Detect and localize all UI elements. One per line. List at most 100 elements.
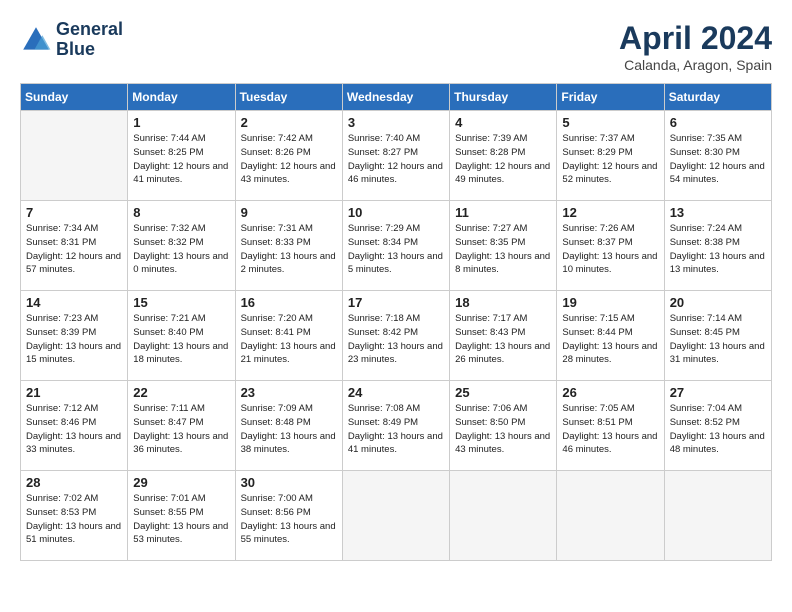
calendar-cell: 7 Sunrise: 7:34 AMSunset: 8:31 PMDaylight… — [21, 201, 128, 291]
day-detail: Sunrise: 7:26 AMSunset: 8:37 PMDaylight:… — [562, 222, 658, 277]
day-detail: Sunrise: 7:24 AMSunset: 8:38 PMDaylight:… — [670, 222, 766, 277]
calendar-cell: 23 Sunrise: 7:09 AMSunset: 8:48 PMDayligh… — [235, 381, 342, 471]
calendar-cell: 9 Sunrise: 7:31 AMSunset: 8:33 PMDaylight… — [235, 201, 342, 291]
location: Calanda, Aragon, Spain — [619, 57, 772, 73]
calendar-cell: 20Sunrise: 7:14 AMSunset: 8:45 PMDayligh… — [664, 291, 771, 381]
calendar-cell: 26 Sunrise: 7:05 AMSunset: 8:51 PMDayligh… — [557, 381, 664, 471]
day-detail: Sunrise: 7:08 AMSunset: 8:49 PMDaylight:… — [348, 402, 444, 457]
calendar-cell: 18 Sunrise: 7:17 AMSunset: 8:43 PMDayligh… — [450, 291, 557, 381]
calendar-cell — [21, 111, 128, 201]
calendar-cell: 4Sunrise: 7:39 AMSunset: 8:28 PMDaylight… — [450, 111, 557, 201]
day-number: 29 — [133, 475, 229, 490]
day-detail: Sunrise: 7:23 AMSunset: 8:39 PMDaylight:… — [26, 312, 122, 367]
day-detail: Sunrise: 7:34 AMSunset: 8:31 PMDaylight:… — [26, 222, 122, 277]
day-number: 2 — [241, 115, 337, 130]
calendar-cell: 6 Sunrise: 7:35 AMSunset: 8:30 PMDaylight… — [664, 111, 771, 201]
day-number: 23 — [241, 385, 337, 400]
calendar-cell: 28 Sunrise: 7:02 AMSunset: 8:53 PMDayligh… — [21, 471, 128, 561]
day-detail: Sunrise: 7:15 AMSunset: 8:44 PMDaylight:… — [562, 312, 658, 367]
day-number: 8 — [133, 205, 229, 220]
calendar-cell: 21 Sunrise: 7:12 AMSunset: 8:46 PMDayligh… — [21, 381, 128, 471]
calendar-table: SundayMondayTuesdayWednesdayThursdayFrid… — [20, 83, 772, 561]
page-header: General Blue April 2024 Calanda, Aragon,… — [20, 20, 772, 73]
calendar-cell — [342, 471, 449, 561]
calendar-cell: 27 Sunrise: 7:04 AMSunset: 8:52 PMDayligh… — [664, 381, 771, 471]
day-detail: Sunrise: 7:18 AMSunset: 8:42 PMDaylight:… — [348, 312, 444, 367]
day-number: 16 — [241, 295, 337, 310]
day-detail: Sunrise: 7:05 AMSunset: 8:51 PMDaylight:… — [562, 402, 658, 457]
day-number: 27 — [670, 385, 766, 400]
day-detail: Sunrise: 7:11 AMSunset: 8:47 PMDaylight:… — [133, 402, 229, 457]
day-number: 25 — [455, 385, 551, 400]
logo: General Blue — [20, 20, 123, 60]
day-detail: Sunrise: 7:12 AMSunset: 8:46 PMDaylight:… — [26, 402, 122, 457]
day-number: 24 — [348, 385, 444, 400]
calendar-cell: 12 Sunrise: 7:26 AMSunset: 8:37 PMDayligh… — [557, 201, 664, 291]
day-number: 18 — [455, 295, 551, 310]
calendar-cell — [450, 471, 557, 561]
day-number: 12 — [562, 205, 658, 220]
day-number: 30 — [241, 475, 337, 490]
day-number: 6 — [670, 115, 766, 130]
day-number: 26 — [562, 385, 658, 400]
calendar-cell: 29 Sunrise: 7:01 AMSunset: 8:55 PMDayligh… — [128, 471, 235, 561]
calendar-cell: 17 Sunrise: 7:18 AMSunset: 8:42 PMDayligh… — [342, 291, 449, 381]
day-detail: Sunrise: 7:31 AMSunset: 8:33 PMDaylight:… — [241, 222, 337, 277]
calendar-cell — [664, 471, 771, 561]
day-number: 10 — [348, 205, 444, 220]
weekday-header: Wednesday — [342, 84, 449, 111]
day-detail: Sunrise: 7:44 AMSunset: 8:25 PMDaylight:… — [133, 132, 229, 187]
day-detail: Sunrise: 7:02 AMSunset: 8:53 PMDaylight:… — [26, 492, 122, 547]
day-detail: Sunrise: 7:40 AMSunset: 8:27 PMDaylight:… — [348, 132, 444, 187]
day-detail: Sunrise: 7:35 AMSunset: 8:30 PMDaylight:… — [670, 132, 766, 187]
logo-icon — [20, 24, 52, 56]
day-detail: Sunrise: 7:32 AMSunset: 8:32 PMDaylight:… — [133, 222, 229, 277]
day-number: 28 — [26, 475, 122, 490]
day-number: 21 — [26, 385, 122, 400]
calendar-cell: 8 Sunrise: 7:32 AMSunset: 8:32 PMDaylight… — [128, 201, 235, 291]
weekday-header: Thursday — [450, 84, 557, 111]
day-detail: Sunrise: 7:37 AMSunset: 8:29 PMDaylight:… — [562, 132, 658, 187]
day-number: 5 — [562, 115, 658, 130]
calendar-cell: 3 Sunrise: 7:40 AMSunset: 8:27 PMDaylight… — [342, 111, 449, 201]
day-detail: Sunrise: 7:00 AMSunset: 8:56 PMDaylight:… — [241, 492, 337, 547]
day-detail: Sunrise: 7:04 AMSunset: 8:52 PMDaylight:… — [670, 402, 766, 457]
day-number: 3 — [348, 115, 444, 130]
day-detail: Sunrise: 7:14 AMSunset: 8:45 PMDaylight:… — [670, 312, 766, 367]
logo-text: General Blue — [56, 20, 123, 60]
day-number: 19 — [562, 295, 658, 310]
calendar-cell: 11 Sunrise: 7:27 AMSunset: 8:35 PMDayligh… — [450, 201, 557, 291]
day-detail: Sunrise: 7:09 AMSunset: 8:48 PMDaylight:… — [241, 402, 337, 457]
day-number: 9 — [241, 205, 337, 220]
month-year: April 2024 — [619, 20, 772, 57]
day-number: 13 — [670, 205, 766, 220]
day-number: 15 — [133, 295, 229, 310]
day-detail: Sunrise: 7:01 AMSunset: 8:55 PMDaylight:… — [133, 492, 229, 547]
day-detail: Sunrise: 7:42 AMSunset: 8:26 PMDaylight:… — [241, 132, 337, 187]
calendar-cell: 13 Sunrise: 7:24 AMSunset: 8:38 PMDayligh… — [664, 201, 771, 291]
day-number: 1 — [133, 115, 229, 130]
calendar-cell — [557, 471, 664, 561]
day-number: 14 — [26, 295, 122, 310]
calendar-cell: 10 Sunrise: 7:29 AMSunset: 8:34 PMDayligh… — [342, 201, 449, 291]
day-detail: Sunrise: 7:20 AMSunset: 8:41 PMDaylight:… — [241, 312, 337, 367]
calendar-cell: 2 Sunrise: 7:42 AMSunset: 8:26 PMDaylight… — [235, 111, 342, 201]
day-detail: Sunrise: 7:39 AMSunset: 8:28 PMDaylight:… — [455, 132, 551, 187]
weekday-header: Friday — [557, 84, 664, 111]
calendar-cell: 14 Sunrise: 7:23 AMSunset: 8:39 PMDayligh… — [21, 291, 128, 381]
weekday-header: Sunday — [21, 84, 128, 111]
day-detail: Sunrise: 7:29 AMSunset: 8:34 PMDaylight:… — [348, 222, 444, 277]
day-number: 17 — [348, 295, 444, 310]
day-number: 7 — [26, 205, 122, 220]
weekday-header: Monday — [128, 84, 235, 111]
day-number: 11 — [455, 205, 551, 220]
calendar-cell: 5 Sunrise: 7:37 AMSunset: 8:29 PMDaylight… — [557, 111, 664, 201]
title-block: April 2024 Calanda, Aragon, Spain — [619, 20, 772, 73]
calendar-cell: 1 Sunrise: 7:44 AMSunset: 8:25 PMDaylight… — [128, 111, 235, 201]
calendar-cell: 19 Sunrise: 7:15 AMSunset: 8:44 PMDayligh… — [557, 291, 664, 381]
day-number: 22 — [133, 385, 229, 400]
weekday-header: Saturday — [664, 84, 771, 111]
day-detail: Sunrise: 7:17 AMSunset: 8:43 PMDaylight:… — [455, 312, 551, 367]
day-detail: Sunrise: 7:27 AMSunset: 8:35 PMDaylight:… — [455, 222, 551, 277]
calendar-cell: 22 Sunrise: 7:11 AMSunset: 8:47 PMDayligh… — [128, 381, 235, 471]
